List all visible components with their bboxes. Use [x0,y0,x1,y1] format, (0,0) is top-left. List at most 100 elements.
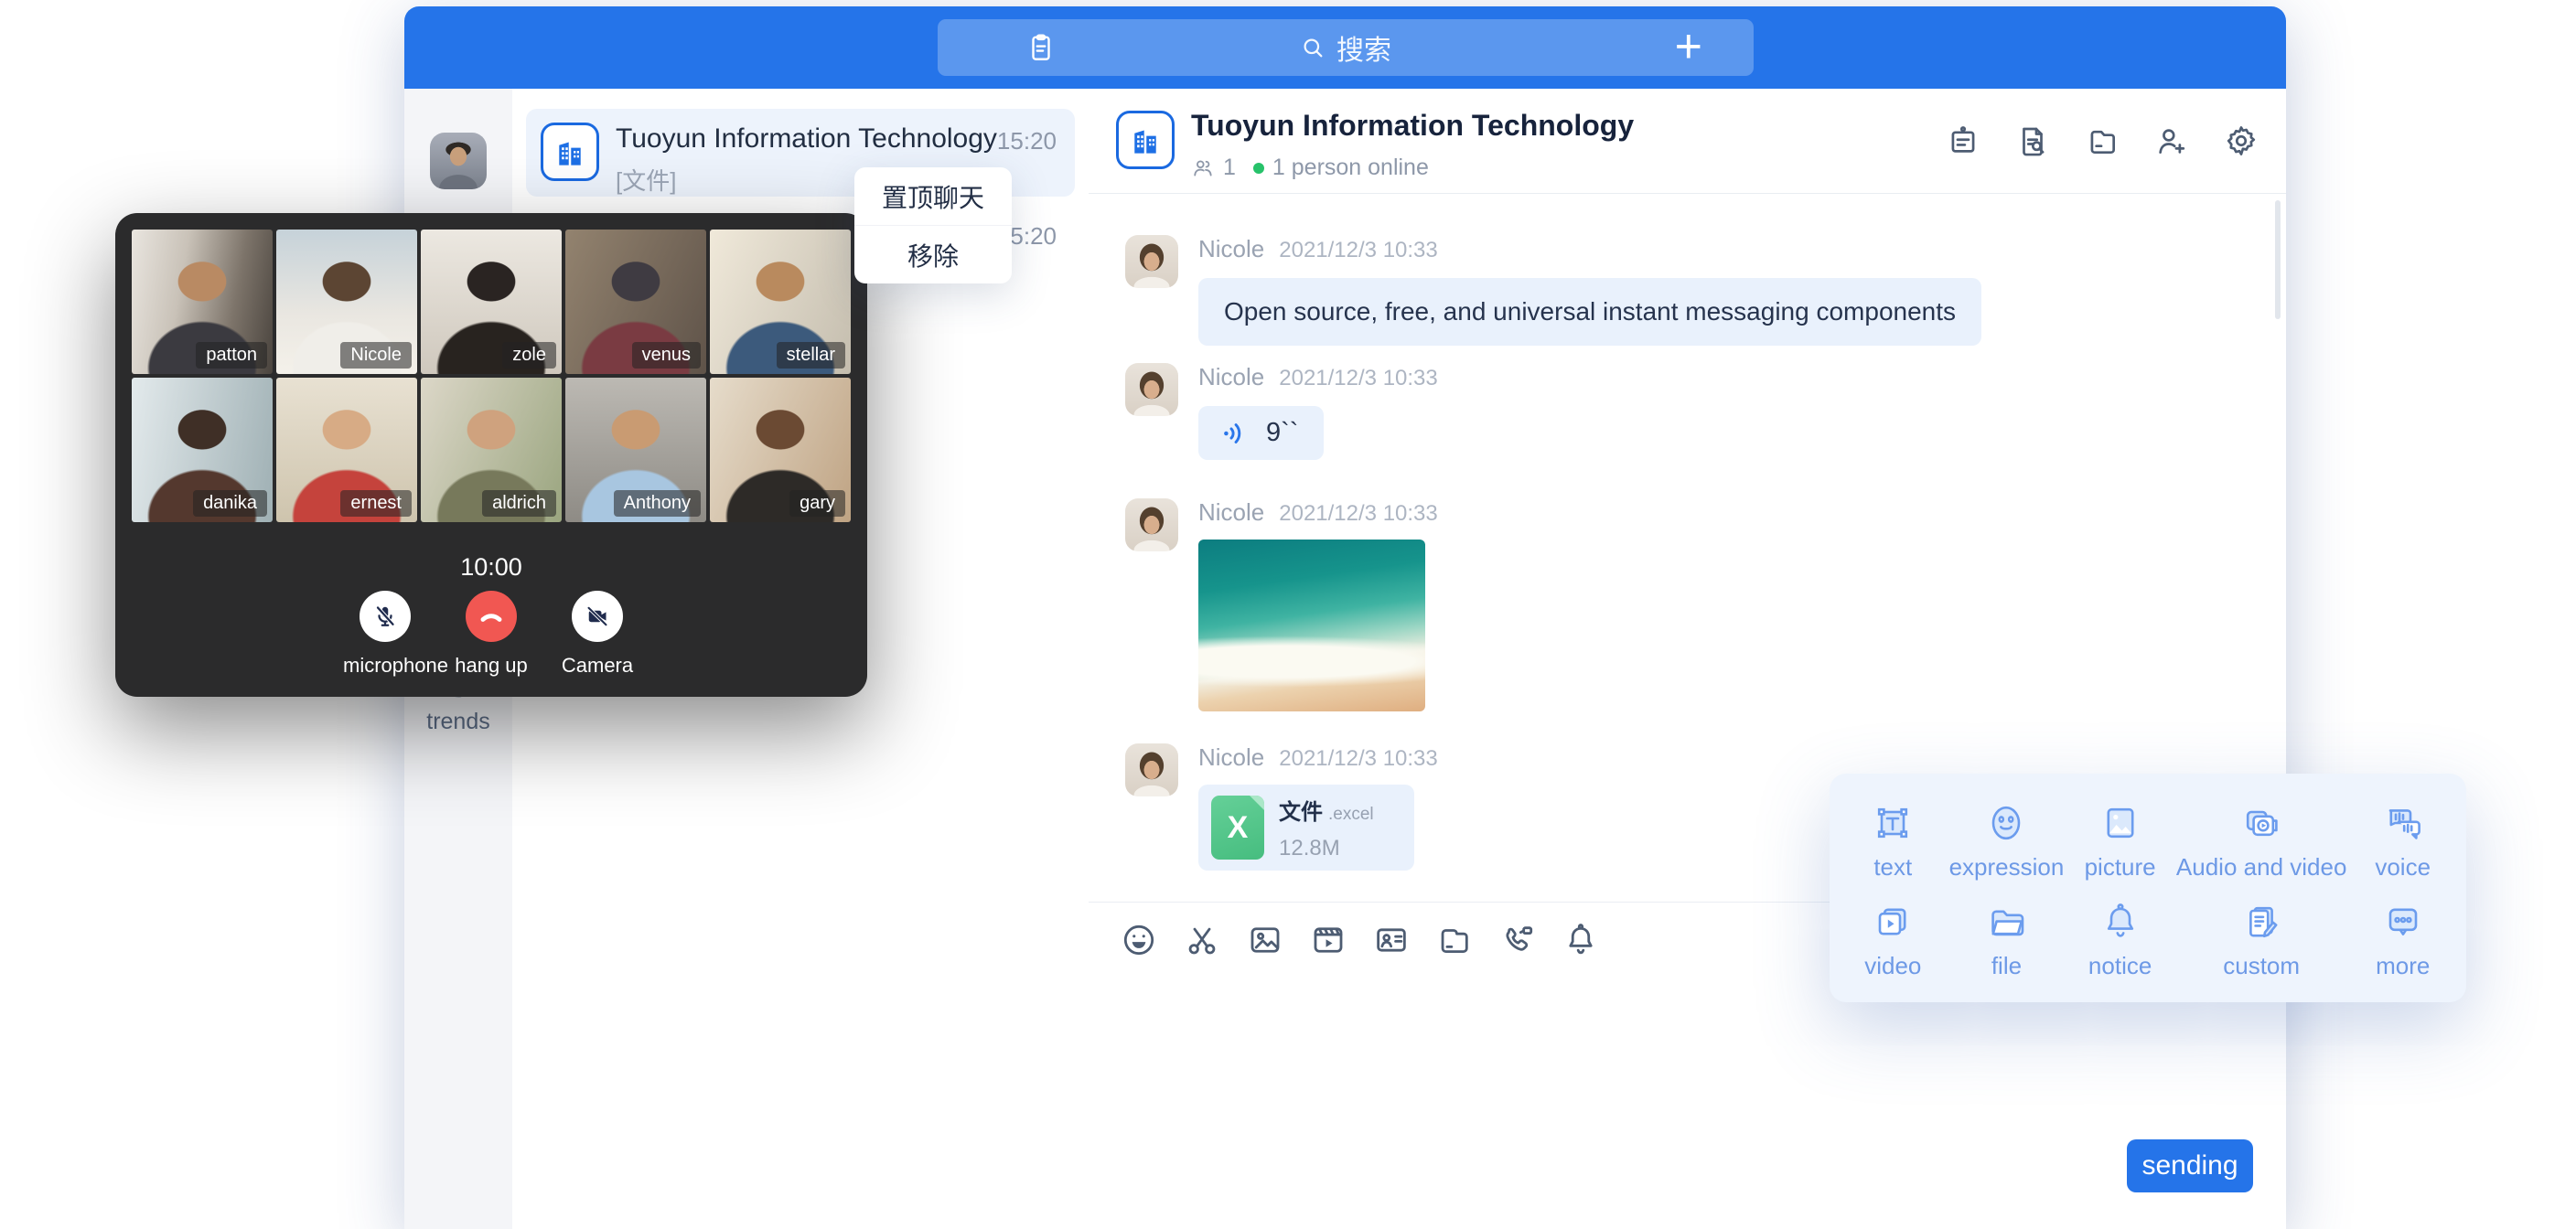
camera-off-icon [572,591,623,642]
feature-panel: text expression picture Audio and video … [1830,774,2466,1002]
group-video-call-overlay: patton Nicole zole venus stellar danika … [115,213,867,697]
image-icon[interactable] [1246,921,1284,959]
feature-notice[interactable]: notice [2064,891,2176,989]
member-count: 1 [1223,155,1236,181]
chat-pane: Tuoyun Information Technology 1 1 person… [1089,89,2286,1229]
voice-wave-icon [1220,419,1250,448]
call-timer: 10:00 [115,553,867,582]
participant-name: aldrich [482,490,556,517]
avatar[interactable] [1125,235,1178,288]
feature-video[interactable]: video [1837,891,1949,989]
participant-tile: aldrich [421,378,562,522]
voice-bubble[interactable]: 9`` [1198,406,1324,460]
participant-name: ernest [340,490,412,517]
feature-custom[interactable]: custom [2176,891,2346,989]
hang-up-button[interactable]: hang up [444,590,539,679]
menu-item-pin-chat[interactable]: 置顶聊天 [854,167,1012,226]
hang-up-icon [466,591,517,642]
top-bar: 搜索 + [404,6,2286,89]
send-button[interactable]: sending [2127,1139,2253,1192]
image-bubble-beach-photo[interactable] [1198,540,1425,711]
participant-name: Anthony [614,490,701,517]
feature-label: file [1991,952,2022,980]
files-icon[interactable] [2085,123,2120,158]
hang-up-label: hang up [455,654,528,677]
search-bar[interactable]: 搜索 + [938,19,1754,76]
message-time: 2021/12/3 10:33 [1279,238,1438,263]
emoji-icon[interactable] [1120,921,1158,959]
notification-bell-icon[interactable] [1562,921,1600,959]
contact-card-icon[interactable] [1372,921,1411,959]
group-avatar-icon [541,123,599,181]
message-voice: Nicole 2021/12/3 10:33 9`` [1125,363,1438,460]
trends-label: trends [404,709,512,735]
conversation-last-message: [文件] [616,163,676,197]
chat-header-actions [1946,123,2259,158]
call-controls: microphone hang up Camera [115,590,867,679]
participant-name: gary [789,490,845,517]
settings-icon[interactable] [2224,123,2259,158]
participant-name: zole [502,342,556,369]
folder-icon[interactable] [1435,921,1474,959]
feature-label: notice [2088,952,2152,980]
feature-label: custom [2223,952,2300,980]
file-extension: .excel [1328,805,1374,824]
current-user-avatar[interactable] [430,133,487,189]
search-field[interactable]: 搜索 [938,19,1754,76]
file-name: 文件 [1279,800,1323,825]
more-icon [2381,900,2425,944]
participant-tile: Nicole [276,230,417,374]
microphone-button[interactable]: microphone [338,590,433,679]
announcement-icon[interactable] [1946,123,1980,158]
screenshot-scissors-icon[interactable] [1183,921,1221,959]
search-icon [1300,35,1326,60]
camera-button[interactable]: Camera [550,590,645,679]
chat-history-search-icon[interactable] [2015,123,2050,158]
feature-label: Audio and video [2176,853,2346,882]
sender-name: Nicole [1198,363,1264,391]
file-size: 12.8M [1279,836,1374,861]
camera-label: Camera [562,654,633,677]
message-time: 2021/12/3 10:33 [1279,501,1438,527]
online-status: 1 person online [1272,155,1429,181]
feature-label: expression [1949,853,2065,882]
text-bubble[interactable]: Open source, free, and universal instant… [1198,278,1981,346]
plus-icon[interactable]: + [1675,26,1702,68]
feature-label: video [1864,952,1921,980]
text-icon [1871,801,1915,845]
participant-name: Nicole [340,342,412,369]
voice-icon [2381,801,2425,845]
search-placeholder: 搜索 [1336,27,1391,68]
feature-more[interactable]: more [2346,891,2459,989]
scrollbar[interactable] [2275,200,2281,319]
conversation-time: 15:20 [997,127,1057,155]
menu-item-remove[interactable]: 移除 [854,226,1012,283]
participant-name: stellar [777,342,845,369]
chat-title: Tuoyun Information Technology [1191,109,1634,143]
participant-tile: ernest [276,378,417,522]
feature-picture[interactable]: picture [2064,792,2176,891]
avatar[interactable] [1125,363,1178,416]
avatar[interactable] [1125,743,1178,796]
excel-file-icon: X [1211,796,1264,860]
feature-voice[interactable]: voice [2346,792,2459,891]
conversation-context-menu: 置顶聊天 移除 [854,167,1012,283]
avatar[interactable] [1125,498,1178,551]
feature-text[interactable]: text [1837,792,1949,891]
add-member-icon[interactable] [2154,123,2189,158]
microphone-label: microphone [343,654,448,677]
video-message-icon[interactable] [1309,921,1347,959]
custom-icon [2239,900,2283,944]
file-bubble[interactable]: X 文件 .excel 12.8M [1198,785,1414,871]
participant-grid: patton Nicole zole venus stellar danika … [132,230,851,522]
conversation-title: Tuoyun Information Technology [616,123,997,155]
feature-expression[interactable]: expression [1949,792,2065,891]
participant-name: patton [196,342,267,369]
video-call-icon[interactable] [1498,921,1537,959]
participant-tile: Anthony [565,378,706,522]
participant-tile: venus [565,230,706,374]
sender-name: Nicole [1198,498,1264,527]
video-icon [1871,900,1915,944]
feature-audio-video[interactable]: Audio and video [2176,792,2346,891]
feature-file[interactable]: file [1949,891,2065,989]
